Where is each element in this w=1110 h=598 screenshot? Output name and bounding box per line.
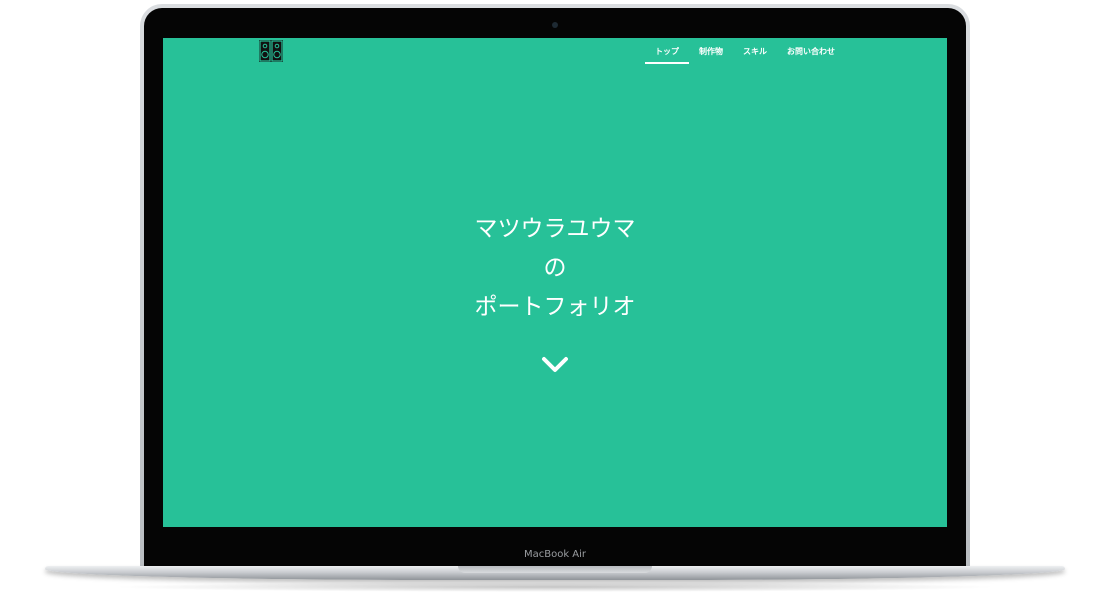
laptop-shadow bbox=[110, 582, 1000, 592]
nav-item-works[interactable]: 制作物 bbox=[689, 38, 733, 64]
main-nav: トップ 制作物 スキル お問い合わせ bbox=[645, 38, 845, 64]
chevron-down-icon[interactable] bbox=[540, 355, 570, 375]
camera-icon bbox=[552, 22, 558, 28]
nav-item-top[interactable]: トップ bbox=[645, 38, 689, 64]
hero-title-line-portfolio: ポートフォリオ bbox=[474, 294, 636, 320]
hero-title: マツウラユウマ の ポートフォリオ bbox=[163, 210, 947, 327]
hero-title-line-particle: の bbox=[543, 255, 567, 281]
speaker-logo-icon[interactable] bbox=[259, 40, 283, 62]
nav-item-contact[interactable]: お問い合わせ bbox=[777, 38, 845, 64]
laptop-mockup: トップ 制作物 スキル お問い合わせ マツウラユウマ の ポートフォリオ Mac… bbox=[0, 0, 1110, 598]
device-label: MacBook Air bbox=[523, 549, 587, 560]
website-screen: トップ 制作物 スキル お問い合わせ マツウラユウマ の ポートフォリオ bbox=[163, 38, 947, 527]
nav-item-skills[interactable]: スキル bbox=[733, 38, 777, 64]
laptop-notch bbox=[458, 566, 652, 573]
hero-title-line-name: マツウラユウマ bbox=[474, 216, 636, 242]
